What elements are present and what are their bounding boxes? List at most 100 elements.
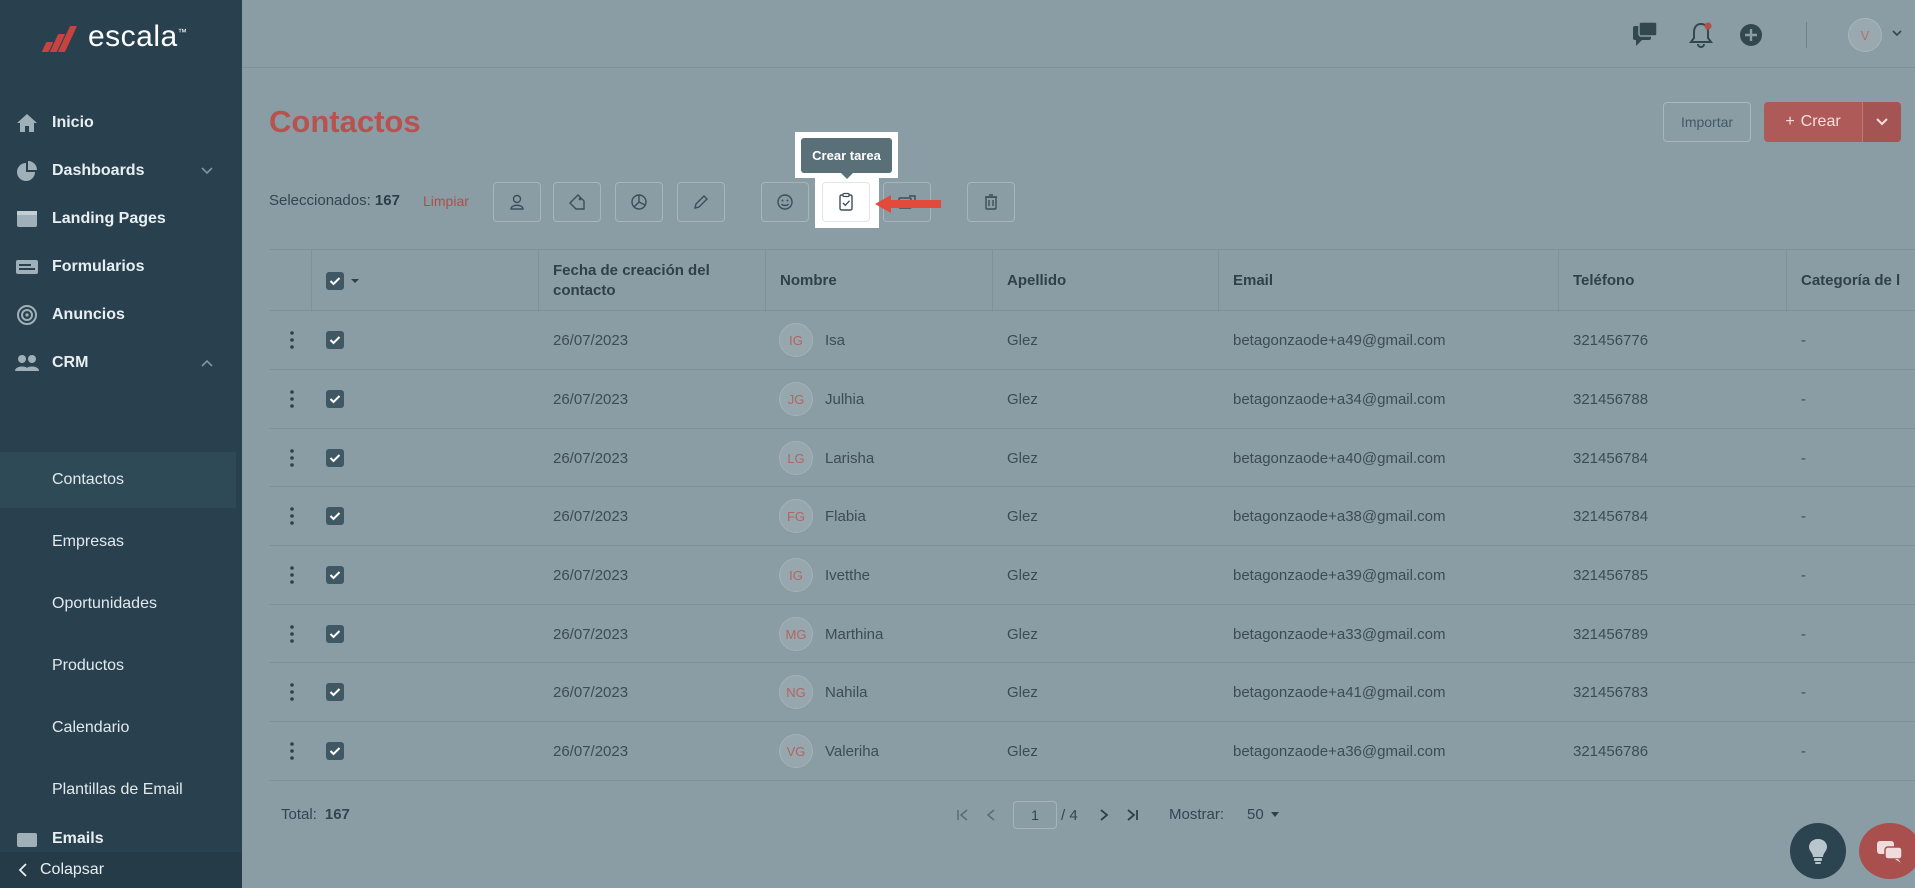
table-row[interactable]: 26/07/2023 IG Isa Glez betagonzaode+a49@gmai… xyxy=(269,311,1915,370)
sentiment-button[interactable] xyxy=(761,182,809,222)
create-task-button[interactable] xyxy=(822,182,870,222)
assign-owner-button[interactable] xyxy=(493,182,541,222)
cell-nombre[interactable]: LG Larisha xyxy=(779,429,874,487)
kebab-menu-icon[interactable] xyxy=(289,330,295,350)
cell-nombre[interactable]: VG Valeriha xyxy=(779,722,879,780)
table-row[interactable]: 26/07/2023 LG Larisha Glez betagonzaode+a40@… xyxy=(269,429,1915,487)
cell-nombre[interactable]: NG Nahila xyxy=(779,663,868,721)
table-row[interactable]: 26/07/2023 MG Marthina Glez betagonzaode+a33… xyxy=(269,605,1915,663)
header-categoria[interactable]: Categoría de l xyxy=(1786,250,1915,312)
sidebar-subitem-oportunidades[interactable]: Oportunidades xyxy=(0,576,236,632)
sidebar-subitem-empresas[interactable]: Empresas xyxy=(0,514,236,570)
cell-categoria: - xyxy=(1801,742,1806,760)
cell-nombre[interactable]: JG Julhia xyxy=(779,370,864,428)
first-page-icon[interactable] xyxy=(949,805,977,825)
create-button[interactable]: + Crear xyxy=(1764,102,1862,142)
user-avatar[interactable]: V xyxy=(1848,18,1882,52)
kebab-menu-icon[interactable] xyxy=(289,565,295,585)
kebab-menu-icon[interactable] xyxy=(289,682,295,702)
pencil-icon xyxy=(694,195,708,209)
row-checkbox[interactable] xyxy=(326,449,344,467)
tag-button[interactable] xyxy=(553,182,601,222)
create-dropdown-button[interactable] xyxy=(1862,102,1901,142)
kebab-menu-icon[interactable] xyxy=(289,448,295,468)
contact-name: Ivetthe xyxy=(825,566,871,584)
table-row[interactable]: 26/07/2023 JG Julhia Glez betagonzaode+a34@g… xyxy=(269,370,1915,429)
mail-icon xyxy=(17,833,37,847)
row-checkbox[interactable] xyxy=(326,507,344,525)
cell-categoria: - xyxy=(1801,390,1806,408)
header-nombre[interactable]: Nombre xyxy=(765,250,992,312)
sidebar-item-anuncios[interactable]: Anuncios xyxy=(0,290,236,340)
table-row[interactable]: 26/07/2023 IG Ivetthe Glez betagonzaode+a39@… xyxy=(269,546,1915,605)
check-icon xyxy=(329,277,341,286)
bell-icon[interactable] xyxy=(1686,20,1716,50)
brand-logo[interactable]: escala™ xyxy=(40,20,187,54)
clear-selection-link[interactable]: Limpiar xyxy=(423,193,469,209)
sidebar-subitem-plantillas[interactable]: Plantillas de Email xyxy=(0,762,236,818)
topbar xyxy=(242,0,1915,68)
chat-icon[interactable] xyxy=(1630,20,1660,50)
table-row[interactable]: 26/07/2023 FG Flabia Glez betagonzaode+a38@g… xyxy=(269,487,1915,546)
sidebar-item-emails[interactable]: Emails xyxy=(0,820,236,850)
table-row[interactable]: 26/07/2023 VG Valeriha Glez betagonzaode+a36… xyxy=(269,722,1915,781)
cell-categoria: - xyxy=(1801,449,1806,467)
chevron-down-icon[interactable] xyxy=(1892,30,1902,38)
header-email[interactable]: Email xyxy=(1218,250,1558,312)
import-button[interactable]: Importar xyxy=(1663,102,1751,142)
row-checkbox[interactable] xyxy=(326,566,344,584)
header-fecha[interactable]: Fecha de creación del contacto xyxy=(538,250,765,312)
support-chat-button[interactable] xyxy=(1859,823,1915,879)
row-checkbox[interactable] xyxy=(326,683,344,701)
last-page-icon[interactable] xyxy=(1118,805,1146,825)
check-icon xyxy=(329,395,341,404)
page-input[interactable]: 1 xyxy=(1013,801,1057,829)
kebab-menu-icon[interactable] xyxy=(289,389,295,409)
edit-button[interactable] xyxy=(677,182,725,222)
add-circle-icon[interactable] xyxy=(1736,20,1766,50)
cell-nombre[interactable]: IG Ivetthe xyxy=(779,546,870,604)
row-checkbox[interactable] xyxy=(326,625,344,643)
sidebar-subitem-calendario[interactable]: Calendario xyxy=(0,700,236,756)
sidebar-subitem-productos[interactable]: Productos xyxy=(0,638,236,694)
browser-window-icon xyxy=(17,211,37,227)
page-size-label: Mostrar: xyxy=(1169,806,1225,823)
cell-nombre[interactable]: MG Marthina xyxy=(779,605,883,663)
sidebar-item-formularios[interactable]: Formularios xyxy=(0,242,236,292)
sidebar-item-inicio[interactable]: Inicio xyxy=(0,98,236,148)
sidebar-item-landing-pages[interactable]: Landing Pages xyxy=(0,194,236,244)
sidebar-item-label: Inicio xyxy=(52,114,94,131)
page-size-select[interactable]: 50 xyxy=(1247,806,1280,823)
people-icon xyxy=(15,355,39,371)
collapse-button[interactable]: Colapsar xyxy=(0,852,242,888)
chat-bubbles-icon xyxy=(1877,841,1903,863)
caret-down-icon[interactable] xyxy=(350,278,360,284)
kebab-menu-icon[interactable] xyxy=(289,506,295,526)
cell-telefono: 321456776 xyxy=(1573,331,1649,349)
cell-fecha: 26/07/2023 xyxy=(553,331,629,349)
select-all-checkbox[interactable] xyxy=(326,272,344,290)
tips-button[interactable] xyxy=(1790,823,1846,879)
lightbulb-icon xyxy=(1809,839,1827,864)
sidebar-item-dashboards[interactable]: Dashboards xyxy=(0,146,236,196)
row-checkbox[interactable] xyxy=(326,742,344,760)
sidebar-item-label: Emails xyxy=(52,830,104,847)
table-row[interactable]: 26/07/2023 NG Nahila Glez betagonzaode+a41@g… xyxy=(269,663,1915,722)
header-telefono[interactable]: Teléfono xyxy=(1558,250,1786,312)
prev-page-icon[interactable] xyxy=(977,805,1005,825)
header-select-all[interactable] xyxy=(311,250,538,312)
sidebar-item-crm[interactable]: CRM xyxy=(0,338,236,388)
cell-nombre[interactable]: IG Isa xyxy=(779,311,845,369)
kebab-menu-icon[interactable] xyxy=(289,624,295,644)
segment-button[interactable] xyxy=(615,182,663,222)
cell-fecha: 26/07/2023 xyxy=(553,683,629,701)
kebab-menu-icon[interactable] xyxy=(289,741,295,761)
row-checkbox[interactable] xyxy=(326,390,344,408)
delete-button[interactable] xyxy=(967,182,1015,222)
header-apellido[interactable]: Apellido xyxy=(992,250,1218,312)
sidebar-subitem-contactos[interactable]: Contactos xyxy=(0,452,236,508)
row-checkbox[interactable] xyxy=(326,331,344,349)
next-page-icon[interactable] xyxy=(1090,805,1118,825)
cell-nombre[interactable]: FG Flabia xyxy=(779,487,866,545)
sidebar-subitem-label: Empresas xyxy=(52,533,125,550)
